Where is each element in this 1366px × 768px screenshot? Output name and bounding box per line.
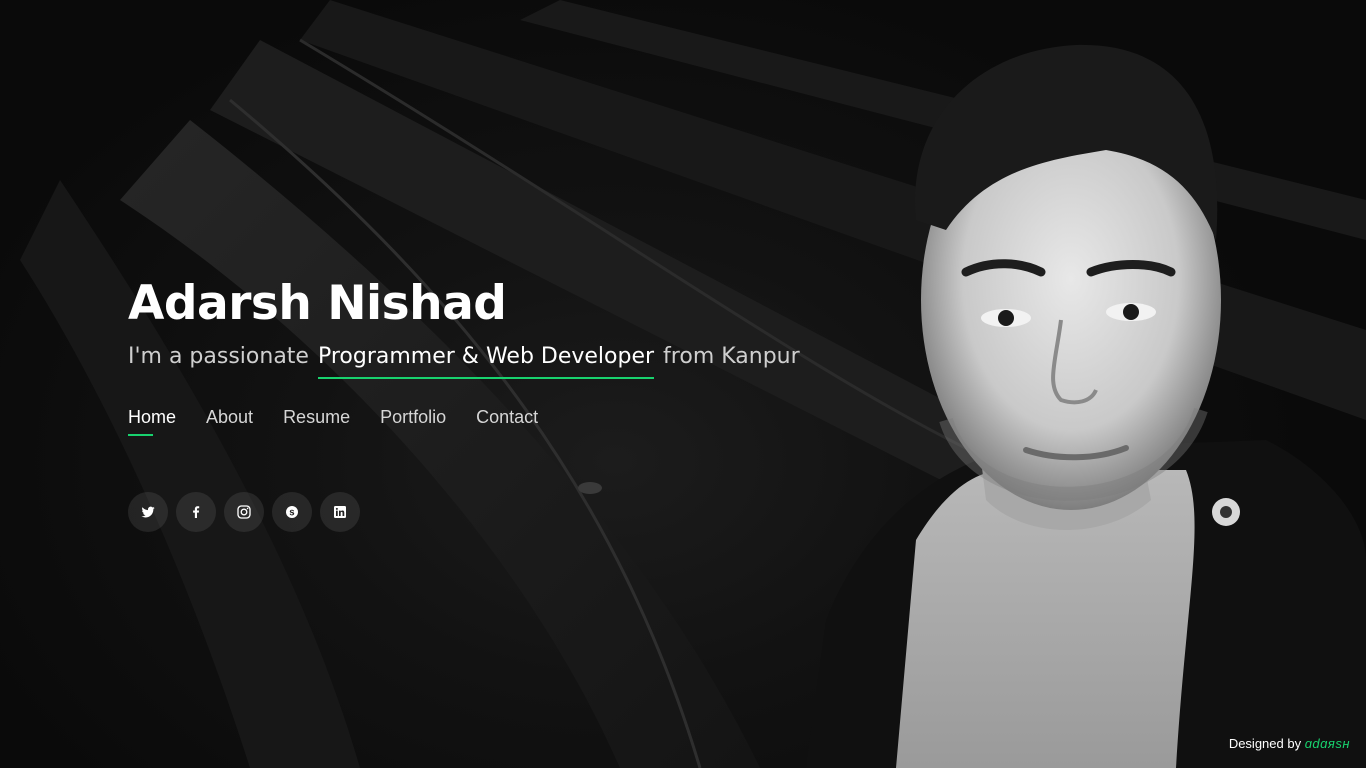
tagline-highlight: Programmer & Web Developer bbox=[317, 344, 655, 379]
hero-name: Adarsh Nishad bbox=[128, 276, 507, 331]
tagline-suffix: from Kanpur bbox=[656, 344, 800, 369]
linkedin-icon bbox=[334, 506, 346, 518]
skype-icon bbox=[286, 506, 298, 518]
instagram-icon bbox=[237, 505, 251, 519]
hero-tagline: I'm a passionate Programmer & Web Develo… bbox=[128, 344, 800, 379]
social-links bbox=[128, 492, 800, 532]
skype-link[interactable] bbox=[272, 492, 312, 532]
instagram-link[interactable] bbox=[224, 492, 264, 532]
nav-about[interactable]: About bbox=[206, 407, 253, 434]
credit-prefix: Designed by bbox=[1228, 736, 1305, 751]
nav-contact[interactable]: Contact bbox=[476, 407, 538, 434]
hero-content: Adarsh Nishad I'm a passionate Programme… bbox=[128, 276, 800, 532]
nav-portfolio[interactable]: Portfolio bbox=[380, 407, 446, 434]
linkedin-link[interactable] bbox=[320, 492, 360, 532]
main-nav: Home About Resume Portfolio Contact bbox=[128, 407, 800, 436]
twitter-icon bbox=[141, 506, 155, 518]
profile-photo bbox=[806, 44, 1366, 768]
footer-credit: Designed by ɑdɑяsн bbox=[1229, 736, 1350, 751]
credit-brand-link[interactable]: ɑdɑяsн bbox=[1305, 736, 1350, 751]
tagline-prefix: I'm a passionate bbox=[128, 344, 316, 369]
nav-resume[interactable]: Resume bbox=[283, 407, 350, 434]
facebook-icon bbox=[193, 506, 200, 518]
nav-home[interactable]: Home bbox=[128, 407, 176, 436]
hero-section: Adarsh Nishad I'm a passionate Programme… bbox=[0, 0, 1366, 768]
facebook-link[interactable] bbox=[176, 492, 216, 532]
twitter-link[interactable] bbox=[128, 492, 168, 532]
